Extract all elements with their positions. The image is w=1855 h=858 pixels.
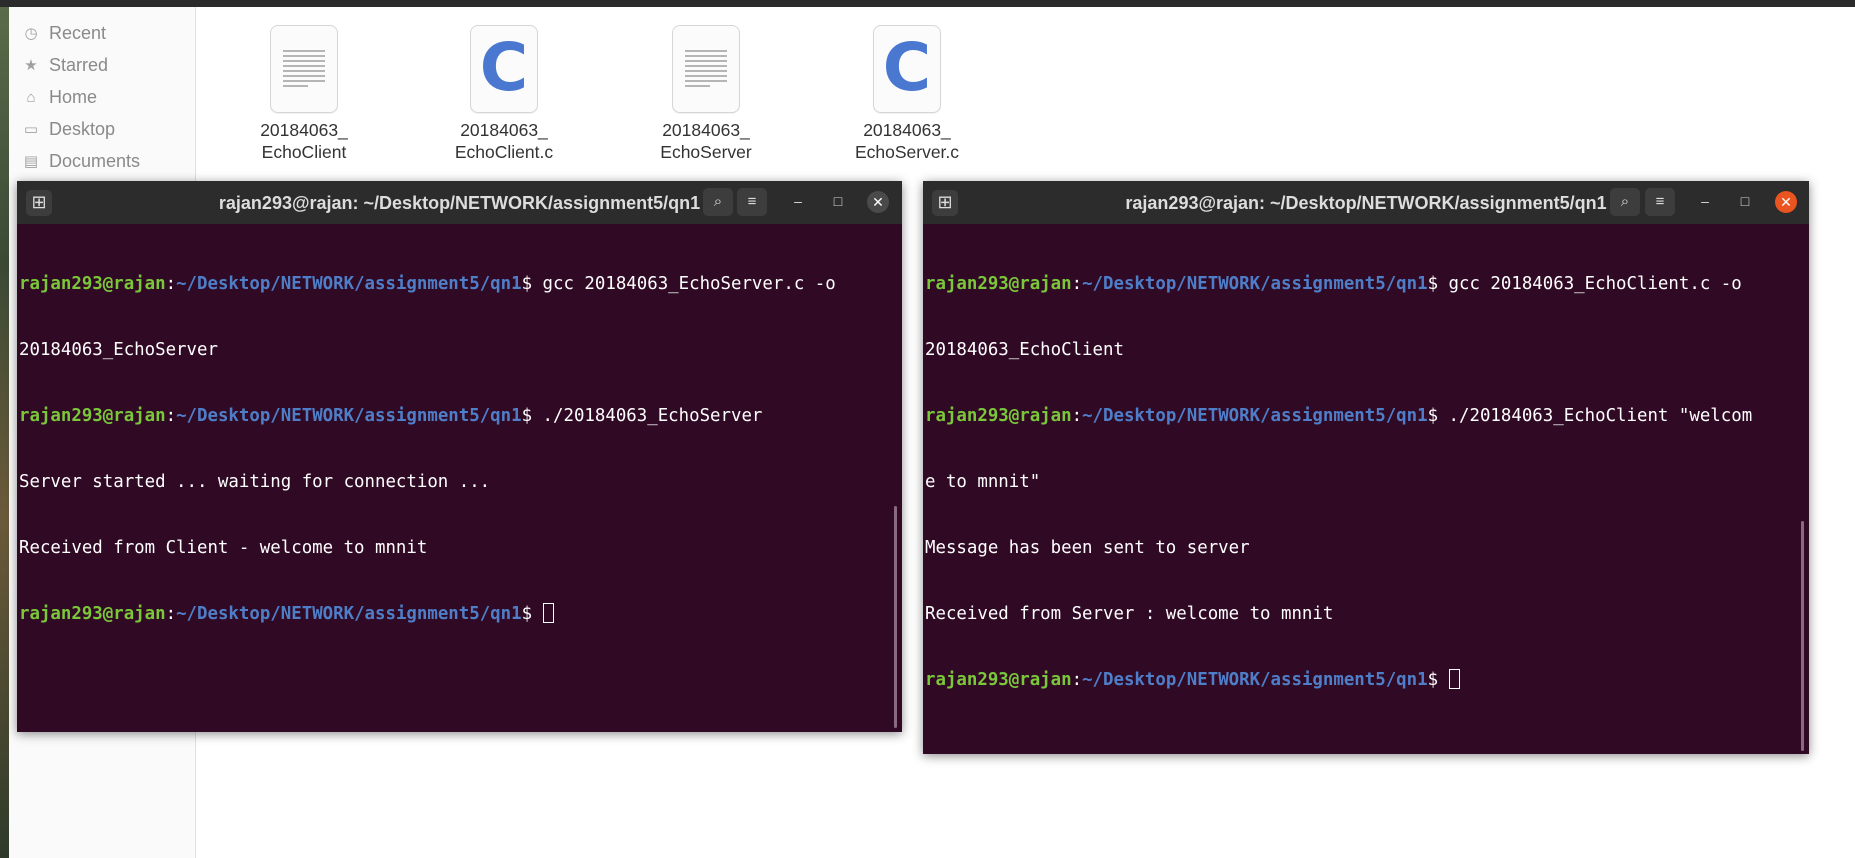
terminal-cursor: [1448, 669, 1460, 689]
scrollbar[interactable]: [894, 506, 897, 728]
file-name: 20184063_ EchoServer: [660, 120, 752, 162]
sidebar-item-recent[interactable]: ◷ Recent: [21, 18, 106, 48]
terminal-title: rajan293@rajan: ~/Desktop/NETWORK/assign…: [1125, 193, 1607, 213]
sidebar-item-label: Home: [49, 86, 98, 107]
terminal-line: Server started ... waiting for connectio…: [19, 472, 491, 492]
menu-icon[interactable]: ≡: [1645, 188, 1675, 216]
file-name: 20184063_ EchoClient.c: [454, 120, 554, 162]
terminal-line: Message has been sent to server: [925, 538, 1250, 558]
desktop-icon: ▭: [23, 121, 39, 138]
home-icon: ⌂: [26, 88, 36, 106]
close-icon[interactable]: ✕: [1775, 191, 1797, 213]
binary-file-icon: [270, 25, 338, 113]
file-name: 20184063_ EchoServer.c: [854, 120, 960, 162]
terminal-window-server[interactable]: ⊞ rajan293@rajan: ~/Desktop/NETWORK/assi…: [17, 181, 902, 732]
terminal-line: rajan293@rajan:~/Desktop/NETWORK/assignm…: [925, 669, 1795, 691]
terminal-line: rajan293@rajan:~/Desktop/NETWORK/assignm…: [19, 274, 836, 294]
minimize-icon[interactable]: –: [1694, 190, 1716, 212]
terminal-cursor: [542, 603, 554, 623]
sidebar-item-label: Starred: [49, 54, 109, 75]
search-icon[interactable]: ⌕: [703, 188, 733, 216]
file-item[interactable]: C 20184063_ EchoClient.c: [429, 25, 579, 163]
sidebar-item-documents[interactable]: ▤ Documents: [21, 146, 140, 176]
terminal-title: rajan293@rajan: ~/Desktop/NETWORK/assign…: [218, 193, 701, 213]
terminal-line: e to mnnit": [925, 472, 1041, 492]
menu-icon[interactable]: ≡: [737, 188, 767, 216]
maximize-icon[interactable]: □: [827, 190, 849, 212]
terminal-output[interactable]: rajan293@rajan:~/Desktop/NETWORK/assignm…: [19, 229, 888, 732]
c-source-file-icon: C: [470, 25, 538, 113]
search-icon[interactable]: ⌕: [1610, 188, 1640, 216]
star-icon: ★: [24, 57, 38, 74]
sidebar-item-starred[interactable]: ★ Starred: [21, 50, 108, 80]
sidebar-item-label: Documents: [49, 150, 141, 171]
maximize-icon[interactable]: □: [1734, 190, 1756, 212]
c-source-file-icon: C: [873, 25, 941, 113]
sidebar-item-label: Recent: [49, 22, 107, 43]
terminal-titlebar[interactable]: ⊞ rajan293@rajan: ~/Desktop/NETWORK/assi…: [923, 181, 1809, 224]
terminal-line: 20184063_EchoClient: [925, 340, 1124, 360]
desktop-wallpaper-edge: [0, 7, 9, 858]
documents-icon: ▤: [23, 153, 39, 170]
clock-icon: ◷: [24, 25, 38, 42]
terminal-line: rajan293@rajan:~/Desktop/NETWORK/assignm…: [925, 274, 1742, 294]
close-icon[interactable]: ✕: [867, 191, 889, 213]
terminal-line: rajan293@rajan:~/Desktop/NETWORK/assignm…: [19, 603, 888, 625]
sidebar-item-desktop[interactable]: ▭ Desktop: [21, 114, 115, 144]
file-item[interactable]: 20184063_ EchoClient: [229, 25, 379, 163]
sidebar-item-label: Desktop: [49, 118, 116, 139]
scrollbar[interactable]: [1801, 521, 1804, 751]
file-item[interactable]: 20184063_ EchoServer: [631, 25, 781, 163]
terminal-window-client[interactable]: ⊞ rajan293@rajan: ~/Desktop/NETWORK/assi…: [923, 181, 1809, 754]
sidebar-item-home[interactable]: ⌂ Home: [21, 82, 97, 112]
terminal-line: Received from Client - welcome to mnnit: [19, 538, 428, 558]
minimize-icon[interactable]: –: [787, 190, 809, 212]
terminal-line: rajan293@rajan:~/Desktop/NETWORK/assignm…: [19, 406, 763, 426]
terminal-titlebar[interactable]: ⊞ rajan293@rajan: ~/Desktop/NETWORK/assi…: [17, 181, 902, 224]
binary-file-icon: [672, 25, 740, 113]
terminal-line: rajan293@rajan:~/Desktop/NETWORK/assignm…: [925, 406, 1753, 426]
terminal-line: 20184063_EchoServer: [19, 340, 218, 360]
terminal-output[interactable]: rajan293@rajan:~/Desktop/NETWORK/assignm…: [925, 229, 1795, 754]
top-bar: [0, 0, 1855, 7]
file-name: 20184063_ EchoClient: [260, 120, 348, 162]
terminal-line: Received from Server : welcome to mnnit: [925, 604, 1334, 624]
file-item[interactable]: C 20184063_ EchoServer.c: [832, 25, 982, 163]
